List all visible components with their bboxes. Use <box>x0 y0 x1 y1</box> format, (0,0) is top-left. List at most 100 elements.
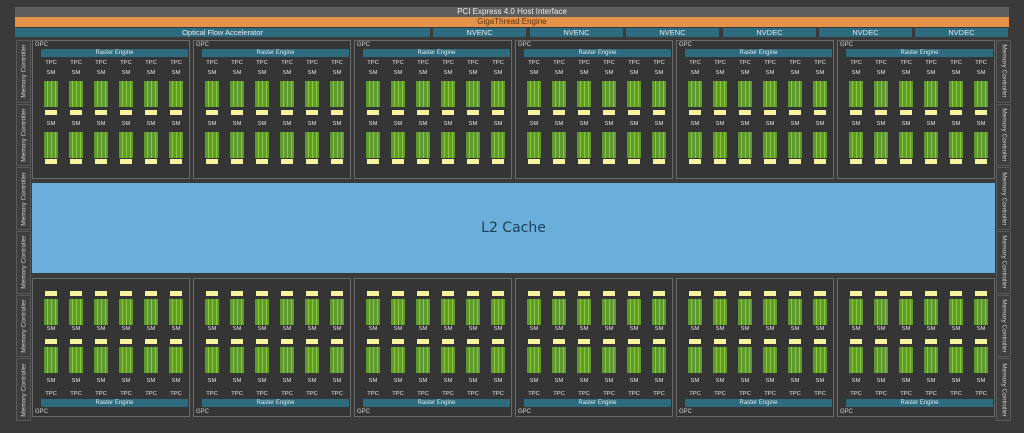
sm-core-block <box>466 81 480 94</box>
sm-label: SM <box>951 326 961 332</box>
sm-label: SM <box>146 70 156 76</box>
sm-core-block <box>713 81 727 94</box>
texture-unit <box>628 110 640 115</box>
sm-label: SM <box>493 378 503 384</box>
sm-label: SM <box>46 70 56 76</box>
sm-label: SM <box>257 121 267 127</box>
sm-label: SM <box>468 70 478 76</box>
sm-core-block <box>949 132 963 145</box>
sm-label: SM <box>332 378 342 384</box>
sm-core-block <box>974 312 988 325</box>
texture-unit <box>206 339 218 344</box>
texture-unit <box>281 291 293 296</box>
sm-core-block <box>466 312 480 325</box>
sm-label: SM <box>629 326 639 332</box>
sm-core-block <box>330 347 344 360</box>
sm-core-block <box>874 312 888 325</box>
sm-label: SM <box>815 378 825 384</box>
sm-core-block <box>466 132 480 145</box>
raster-engine: Raster Engine <box>363 49 510 57</box>
texture-unit <box>492 110 504 115</box>
sm-core-block <box>849 94 863 107</box>
sm-core-block <box>119 132 133 145</box>
sm-core-block <box>788 312 802 325</box>
sm-core-block <box>205 132 219 145</box>
texture-unit <box>467 159 479 164</box>
tpc-label: TPC <box>578 60 590 66</box>
sm-core-block <box>44 360 58 373</box>
sm-label: SM <box>282 326 292 332</box>
sm-core-block <box>255 360 269 373</box>
sm-label: SM <box>257 378 267 384</box>
sm-label: SM <box>529 378 539 384</box>
sm-core-block <box>788 145 802 158</box>
sm-label: SM <box>629 70 639 76</box>
gpu-block-diagram: PCI Express 4.0 Host Interface GigaThrea… <box>0 0 1024 433</box>
sm-label: SM <box>654 326 664 332</box>
optical-flow-accelerator: Optical Flow Accelerator <box>15 28 430 37</box>
memory-controller-left-1: Memory Controller <box>16 40 31 103</box>
sm-label: SM <box>629 121 639 127</box>
texture-unit <box>206 110 218 115</box>
sm-core-block <box>849 360 863 373</box>
sm-core-block <box>144 94 158 107</box>
sm-core-block <box>119 312 133 325</box>
sm-core-block <box>330 81 344 94</box>
texture-unit <box>653 291 665 296</box>
tpc-label: TPC <box>689 60 701 66</box>
sm-core-block <box>974 360 988 373</box>
sm-core-block <box>366 132 380 145</box>
sm-label: SM <box>851 121 861 127</box>
gigathread-engine: GigaThread Engine <box>15 17 1009 27</box>
sm-core-block <box>366 347 380 360</box>
sm-core-block <box>949 145 963 158</box>
sm-core-block <box>874 145 888 158</box>
texture-unit <box>170 110 182 115</box>
sm-label: SM <box>579 70 589 76</box>
raster-engine: Raster Engine <box>524 399 671 407</box>
texture-unit <box>367 291 379 296</box>
sm-core-block <box>652 94 666 107</box>
tpc-label: TPC <box>789 391 801 397</box>
tpc-label: TPC <box>170 391 182 397</box>
texture-unit <box>231 291 243 296</box>
texture-unit <box>975 291 987 296</box>
sm-label: SM <box>976 70 986 76</box>
texture-unit <box>417 159 429 164</box>
texture-unit <box>145 291 157 296</box>
gpc-label: GPC <box>357 42 371 48</box>
sm-core-block <box>391 299 405 312</box>
texture-unit <box>603 159 615 164</box>
texture-unit <box>442 110 454 115</box>
sm-label: SM <box>393 70 403 76</box>
texture-unit <box>145 339 157 344</box>
sm-core-block <box>974 132 988 145</box>
texture-unit <box>492 291 504 296</box>
sm-core-block <box>391 360 405 373</box>
sm-core-block <box>416 94 430 107</box>
sm-label: SM <box>554 378 564 384</box>
tpc-label: TPC <box>764 391 776 397</box>
tpc-label: TPC <box>553 60 565 66</box>
sm-core-block <box>627 81 641 94</box>
sm-core-block <box>441 347 455 360</box>
sm-core-block <box>788 94 802 107</box>
texture-unit <box>170 159 182 164</box>
gpc-label: GPC <box>679 42 693 48</box>
sm-label: SM <box>443 378 453 384</box>
sm-core-block <box>949 360 963 373</box>
tpc-label: TPC <box>875 60 887 66</box>
tpc-label: TPC <box>653 391 665 397</box>
sm-label: SM <box>876 378 886 384</box>
sm-core-block <box>652 360 666 373</box>
texture-unit <box>256 291 268 296</box>
sm-label: SM <box>579 378 589 384</box>
tpc-label: TPC <box>367 60 379 66</box>
memory-controller-right-4: Memory Controller <box>996 231 1011 294</box>
texture-unit <box>256 159 268 164</box>
tpc-label: TPC <box>367 391 379 397</box>
texture-unit <box>764 291 776 296</box>
texture-unit <box>925 110 937 115</box>
tpc-label: TPC <box>850 60 862 66</box>
sm-label: SM <box>876 70 886 76</box>
